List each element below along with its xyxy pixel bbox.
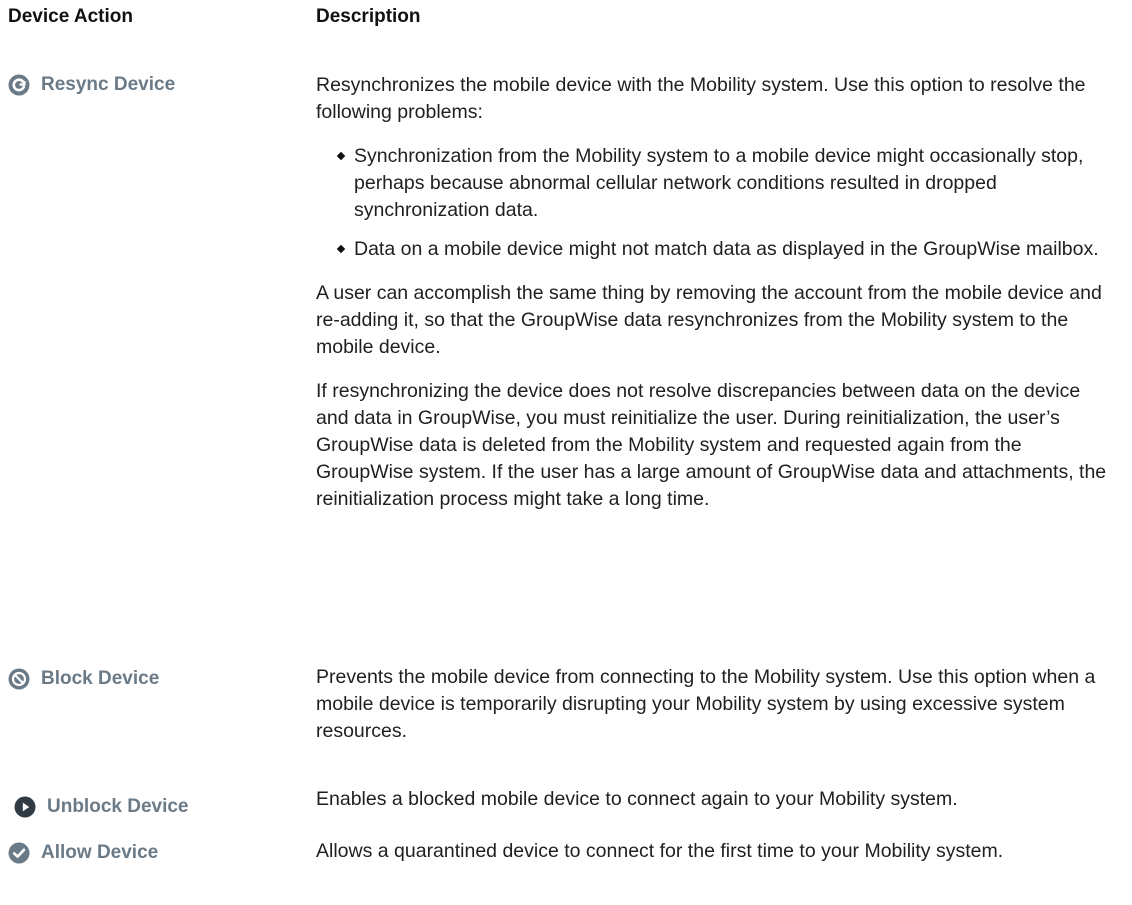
description-paragraph: Allows a quarantined device to connect f… — [316, 840, 1004, 862]
description-paragraph: A user can accomplish the same thing by … — [316, 282, 1102, 358]
description-paragraph: Enables a blocked mobile device to conne… — [316, 788, 958, 810]
block-device-label: Block Device — [41, 668, 160, 689]
allow-device-label: Allow Device — [41, 842, 159, 863]
description-paragraph: If resynchronizing the device does not r… — [316, 380, 1107, 510]
resync-description: Resynchronizes the mobile device with th… — [316, 72, 1116, 530]
resync-device-button[interactable]: Resync Device — [8, 74, 175, 96]
resync-icon — [8, 74, 30, 96]
unblock-description: Enables a blocked mobile device to conne… — [316, 786, 1116, 830]
table-header: Device Action Description — [8, 6, 1132, 36]
checkmark-icon — [8, 842, 30, 864]
description-paragraph: Prevents the mobile device from connecti… — [316, 666, 1096, 742]
resync-device-label: Resync Device — [41, 74, 176, 95]
list-item: Synchronization from the Mobility system… — [336, 143, 1116, 224]
bullet-icon — [336, 151, 346, 161]
allow-device-button[interactable]: Allow Device — [8, 842, 158, 864]
column-header-device-action: Device Action — [8, 6, 133, 27]
description-paragraph: Resynchronizes the mobile device with th… — [316, 74, 1086, 123]
block-description: Prevents the mobile device from connecti… — [316, 664, 1116, 762]
play-icon — [14, 796, 36, 818]
block-icon — [8, 668, 30, 690]
bullet-icon — [336, 244, 346, 254]
column-header-description: Description — [316, 6, 421, 27]
list-item: Data on a mobile device might not match … — [336, 236, 1116, 263]
unblock-device-button[interactable]: Unblock Device — [14, 796, 189, 818]
allow-description: Allows a quarantined device to connect f… — [316, 838, 1116, 882]
block-device-button[interactable]: Block Device — [8, 668, 159, 690]
problem-list: Synchronization from the Mobility system… — [316, 143, 1116, 263]
unblock-device-label: Unblock Device — [47, 796, 189, 817]
